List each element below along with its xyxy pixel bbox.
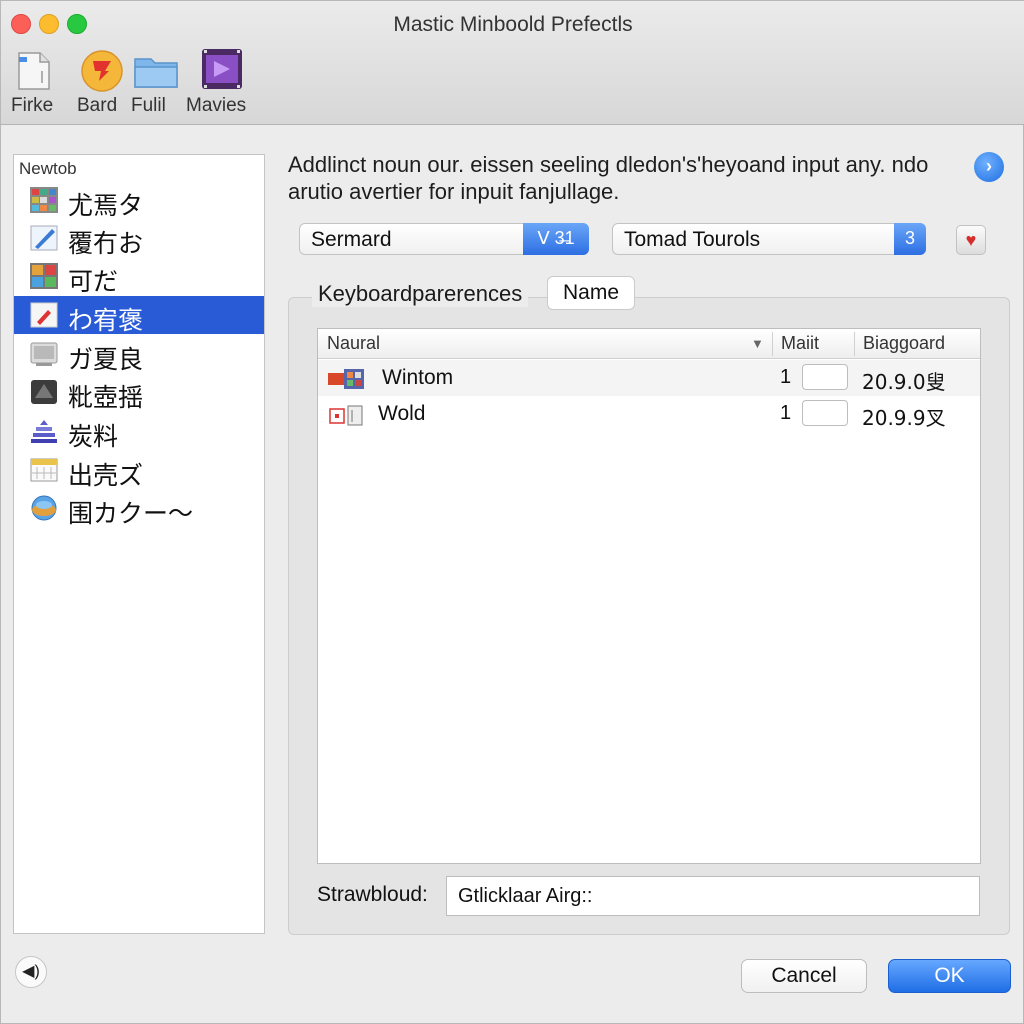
table-row[interactable]: Wintom 1 20.9.0叟 bbox=[318, 360, 980, 396]
target-popup-value: Tomad Tourols bbox=[624, 228, 761, 251]
row-count: 1 bbox=[780, 366, 792, 388]
group-label: Keyboardparerences bbox=[312, 281, 529, 307]
toolbar-label-fulil: Fulil bbox=[131, 95, 166, 116]
source-popup[interactable]: Sermard ᐯ 3̶1 bbox=[299, 223, 589, 255]
table-header: Naural ▼ Maiit Biaggoard bbox=[318, 329, 980, 359]
chevron-right-icon: › bbox=[986, 156, 992, 176]
row-name: Wintom bbox=[382, 366, 454, 389]
calendar-icon bbox=[30, 458, 58, 482]
sidebar-item-5[interactable]: ガ夏良 bbox=[14, 335, 264, 374]
sidebar-item-1[interactable]: 尤焉タ bbox=[14, 181, 264, 220]
sidebar-item-label: 出壳ズ bbox=[68, 461, 144, 490]
toolbar-item-mavies[interactable]: Mavies bbox=[186, 47, 256, 121]
row-value-field[interactable] bbox=[802, 364, 848, 390]
pen-icon bbox=[30, 225, 58, 251]
row-version: 20.9.9叉 bbox=[862, 406, 946, 430]
heart-icon: ♥ bbox=[965, 230, 977, 250]
sidebar-item-label: わ宥褒 bbox=[68, 306, 144, 335]
sidebar-item-6[interactable]: 粃壺揺 bbox=[14, 373, 264, 412]
sidebar-item-label: 围カクー〜 bbox=[68, 499, 194, 528]
cancel-button[interactable]: Cancel bbox=[741, 959, 867, 993]
column-header-naural[interactable]: Naural bbox=[327, 333, 380, 354]
app-icon bbox=[329, 405, 363, 426]
tab-name[interactable]: Name bbox=[547, 276, 635, 310]
sidebar-item-label: 覆冇お bbox=[68, 229, 144, 258]
sidebar-item-9[interactable]: 围カクー〜 bbox=[14, 489, 264, 528]
toolbar-item-fulil[interactable]: Fulil bbox=[131, 47, 181, 121]
sidebar-item-label: ガ夏良 bbox=[68, 345, 144, 374]
preferences-table: Naural ▼ Maiit Biaggoard Wintom 1 20.9.0… bbox=[317, 328, 981, 864]
column-header-maiit[interactable]: Maiit bbox=[781, 333, 819, 354]
sidebar-item-4[interactable]: わ宥褒 bbox=[14, 296, 264, 335]
globe-icon bbox=[31, 495, 57, 521]
target-popup[interactable]: Tomad Tourols 3 bbox=[612, 223, 926, 255]
preferences-window: Mastic Minboold Prefectls Firke Bard Ful bbox=[0, 0, 1024, 1024]
toolbar-label-bard: Bard bbox=[77, 95, 118, 116]
sidebar-item-7[interactable]: 炭料 bbox=[14, 412, 264, 451]
toolbar-item-file[interactable]: Firke bbox=[11, 47, 57, 121]
row-count: 1 bbox=[780, 402, 792, 424]
column-divider bbox=[772, 332, 773, 356]
sidebar-item-label: 炭料 bbox=[68, 422, 119, 451]
sidebar-item-label: 尤焉タ bbox=[68, 191, 144, 220]
row-version: 20.9.0叟 bbox=[862, 370, 946, 394]
bird-icon bbox=[81, 50, 123, 92]
sidebar-header: Newtob bbox=[19, 159, 77, 178]
titlebar: Mastic Minboold Prefectls Firke Bard Ful bbox=[1, 1, 1024, 125]
speaker-icon: ◀) bbox=[22, 963, 40, 980]
toolbar-label-file: Firke bbox=[11, 95, 54, 116]
window-title: Mastic Minboold Prefectls bbox=[393, 13, 633, 36]
hat-icon bbox=[31, 380, 57, 404]
source-popup-arrow[interactable]: ᐯ 3̶1 bbox=[523, 223, 589, 255]
column-divider bbox=[854, 332, 855, 356]
sidebar-item-3[interactable]: 可だ bbox=[14, 257, 264, 296]
target-popup-arrow[interactable]: 3 bbox=[894, 223, 926, 255]
path-label: Strawbloud: bbox=[317, 883, 428, 906]
toolbar-label-mavies: Mavies bbox=[186, 95, 247, 116]
movie-icon bbox=[202, 49, 242, 89]
source-popup-value: Sermard bbox=[311, 228, 392, 251]
sidebar: Newtob 尤焉タ 覆冇お 可だ わ宥褒 ガ夏良 粃壺揺 炭料 出壳ズ 围カク… bbox=[13, 154, 265, 934]
toolbar-item-bard[interactable]: Bard bbox=[77, 47, 127, 121]
help-button[interactable]: › bbox=[974, 152, 1004, 182]
row-name: Wold bbox=[378, 402, 426, 425]
edit-icon bbox=[30, 302, 58, 328]
app-icon bbox=[328, 369, 364, 389]
sort-arrow-icon[interactable]: ▼ bbox=[751, 336, 764, 351]
mosaic-icon bbox=[30, 187, 58, 213]
file-icon bbox=[18, 52, 50, 90]
description-text: Addlinct noun our. eissen seeling dledon… bbox=[288, 152, 929, 204]
stack-icon bbox=[31, 420, 57, 443]
row-value-field[interactable] bbox=[802, 400, 848, 426]
sidebar-item-2[interactable]: 覆冇お bbox=[14, 219, 264, 258]
table-row[interactable]: Wold 1 20.9.9叉 bbox=[318, 396, 980, 432]
speaker-button[interactable]: ◀) bbox=[15, 956, 47, 988]
ok-button[interactable]: OK bbox=[888, 959, 1011, 993]
column-header-biaggoard[interactable]: Biaggoard bbox=[863, 333, 945, 354]
folder-icon bbox=[134, 58, 178, 88]
sidebar-item-label: 可だ bbox=[68, 267, 119, 296]
sidebar-item-8[interactable]: 出壳ズ bbox=[14, 451, 264, 490]
path-input[interactable]: Gtlicklaar Airg:: bbox=[446, 876, 980, 916]
sidebar-item-label: 粃壺揺 bbox=[68, 383, 144, 412]
grid-icon bbox=[30, 263, 58, 289]
terminal-icon bbox=[30, 342, 58, 366]
favorite-button[interactable]: ♥ bbox=[956, 225, 986, 255]
